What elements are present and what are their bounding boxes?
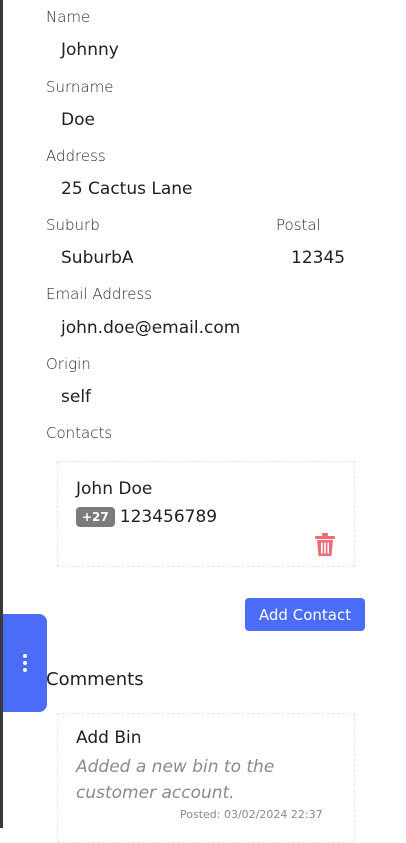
country-code-badge: +27	[76, 507, 115, 527]
postal-label: Postal	[276, 216, 321, 234]
comment-posted-date: Posted: 03/02/2024 22:37	[180, 808, 323, 821]
address-label: Address	[46, 147, 106, 165]
comments-heading: Comments	[46, 669, 144, 690]
suburb-label: Suburb	[46, 216, 100, 234]
name-value: Johnny	[61, 40, 119, 60]
comment-card: Add Bin Added a new bin to the customer …	[57, 713, 355, 843]
origin-label: Origin	[46, 355, 91, 373]
comment-body: Added a new bin to the customer account.	[76, 757, 275, 803]
vertical-dots-icon	[23, 654, 27, 672]
contact-phone-number: 123456789	[119, 507, 218, 527]
email-label: Email Address	[46, 285, 153, 303]
contact-phone-row: +27 123456789	[76, 507, 217, 527]
add-contact-button[interactable]: Add Contact	[245, 598, 365, 631]
contacts-label: Contacts	[46, 424, 113, 442]
trash-icon[interactable]	[315, 533, 335, 557]
name-label: Name	[46, 8, 91, 26]
origin-value: self	[61, 387, 92, 407]
comment-title: Add Bin	[76, 728, 142, 748]
contact-card: John Doe +27 123456789	[57, 461, 355, 567]
email-value: john.doe@email.com	[61, 318, 241, 338]
suburb-value: SuburbA	[61, 248, 134, 268]
address-value: 25 Cactus Lane	[61, 179, 193, 199]
surname-label: Surname	[46, 78, 114, 96]
contact-name: John Doe	[76, 479, 153, 499]
side-menu-tab[interactable]	[3, 614, 47, 712]
surname-value: Doe	[61, 110, 95, 130]
postal-value: 12345	[291, 248, 346, 268]
